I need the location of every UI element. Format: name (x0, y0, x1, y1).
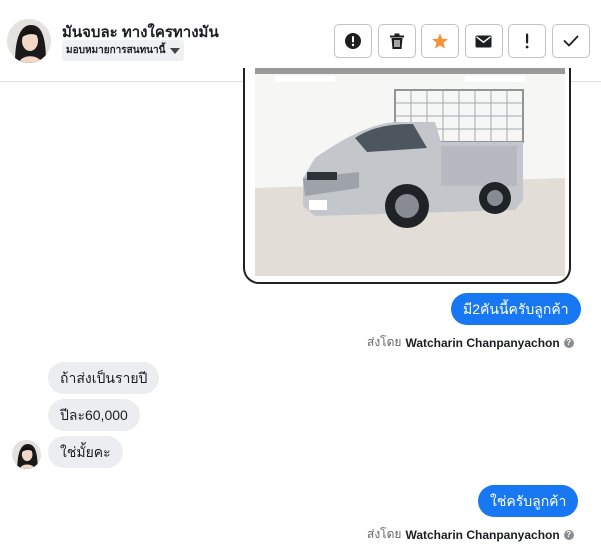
follow-up-button[interactable] (508, 24, 547, 58)
mark-unread-button[interactable] (464, 24, 503, 58)
incoming-message[interactable]: ปีละ60,000 (48, 399, 140, 431)
contact-avatar[interactable] (7, 19, 51, 63)
assign-conversation-dropdown[interactable]: มอบหมายการสนทนานี้ (62, 40, 185, 61)
check-icon (563, 35, 579, 47)
sent-by-line: ส่งโดย Watcharin Chanpanyachon ? (367, 525, 574, 544)
outgoing-message[interactable]: ใช่ครับลูกค้า (478, 485, 579, 517)
truck-photo (255, 68, 565, 276)
conversation-toolbar (334, 24, 590, 58)
delete-button[interactable] (377, 24, 416, 58)
caret-down-icon (170, 47, 181, 54)
mark-spam-button[interactable] (334, 24, 372, 58)
trash-icon (389, 33, 404, 49)
outgoing-message[interactable]: มี2คันนี้ครับลูกค้า (451, 293, 581, 325)
exclamation-icon (526, 33, 529, 49)
sent-by-line: ส่งโดย Watcharin Chanpanyachon ? (367, 333, 574, 352)
incoming-message[interactable]: ใช่มั้ยคะ (48, 436, 123, 468)
sent-by-label: ส่งโดย (367, 335, 402, 349)
assign-label: มอบหมายการสนทนานี้ (66, 45, 166, 56)
mark-done-button[interactable] (551, 24, 590, 58)
sender-name: Watcharin Chanpanyachon (405, 335, 560, 350)
star-button[interactable] (421, 24, 460, 58)
exclamation-circle-icon (345, 33, 361, 49)
help-icon[interactable]: ? (563, 337, 574, 348)
incoming-message[interactable]: ถ้าส่งเป็นรายปี (48, 362, 160, 394)
sender-name: Watcharin Chanpanyachon (405, 527, 560, 542)
contact-avatar-small[interactable] (12, 440, 41, 469)
sent-by-label: ส่งโดย (367, 527, 402, 541)
image-attachment[interactable] (243, 68, 571, 284)
envelope-icon (475, 35, 492, 47)
help-icon[interactable]: ? (563, 529, 574, 540)
star-icon (432, 33, 449, 49)
